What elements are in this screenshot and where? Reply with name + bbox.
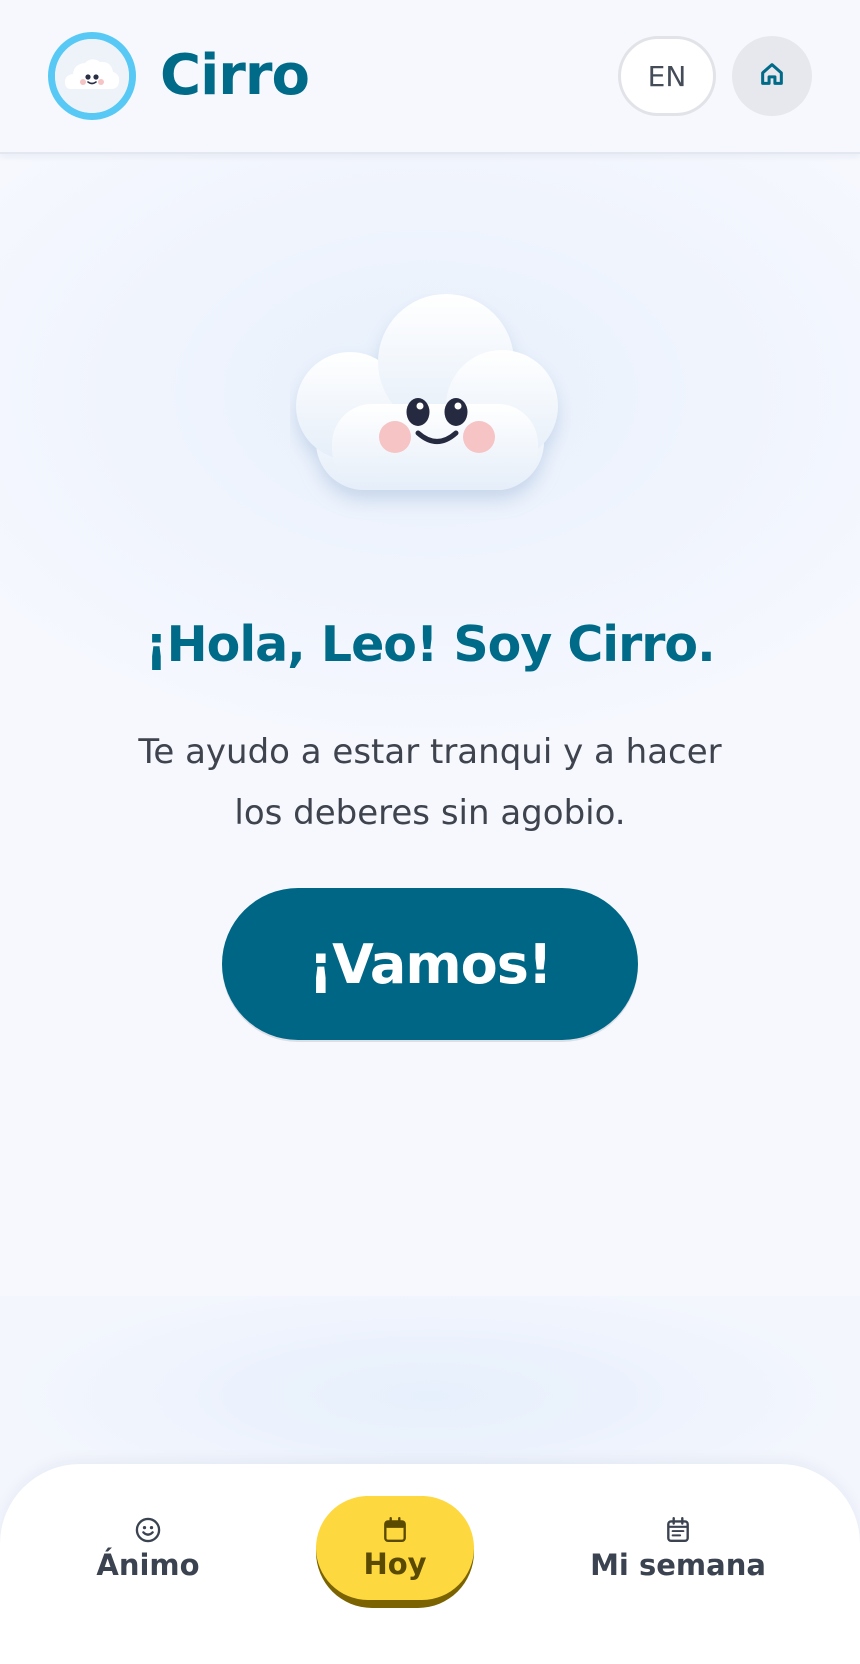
nav-item-label: Hoy: [363, 1547, 427, 1581]
home-button[interactable]: [732, 36, 812, 116]
cloud-mascot-icon: [290, 294, 580, 534]
nav-item-label: Ánimo: [96, 1548, 200, 1582]
start-button[interactable]: ¡Vamos!: [222, 888, 638, 1040]
nav-item-mi-semana[interactable]: Mi semana: [584, 1514, 772, 1582]
nav-item-hoy[interactable]: Hoy: [316, 1496, 474, 1600]
bottom-nav: Ánimo Hoy Mi semana: [0, 1464, 860, 1664]
greeting-heading: ¡Hola, Leo! Soy Cirro.: [145, 616, 715, 673]
app-header: Cirro EN: [0, 0, 860, 154]
home-icon: [758, 60, 786, 92]
nav-item-animo[interactable]: Ánimo: [88, 1514, 208, 1582]
smiley-icon: [134, 1514, 162, 1546]
language-toggle-button[interactable]: EN: [618, 36, 716, 116]
intro-text: Te ayudo a estar tranqui y a hacer los d…: [138, 732, 722, 833]
nav-item-label: Mi semana: [590, 1548, 766, 1582]
app-title: Cirro: [160, 43, 310, 108]
calendar-list-icon: [665, 1514, 691, 1546]
calendar-icon: [382, 1515, 408, 1545]
cloud-face-icon: [48, 32, 136, 120]
welcome-hero: ¡Hola, Leo! Soy Cirro. Te ayudo a estar …: [0, 154, 860, 1296]
